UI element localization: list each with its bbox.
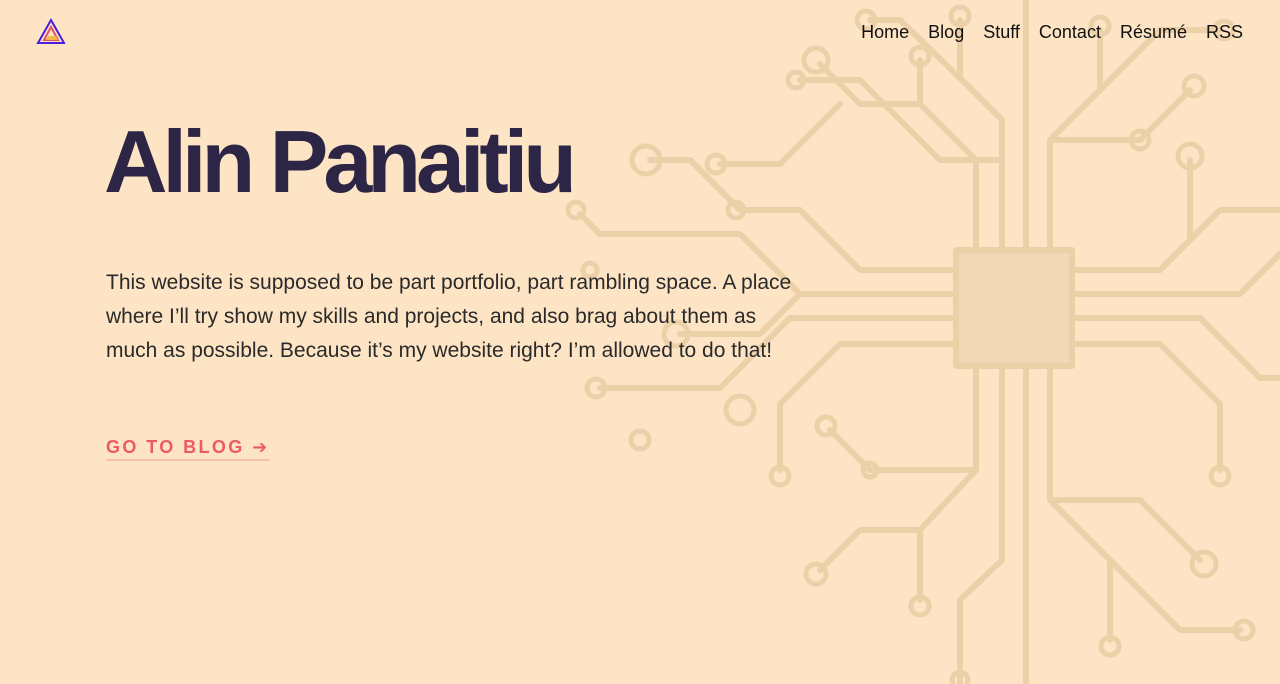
nav-blog-link[interactable]: Blog xyxy=(928,21,964,43)
site-logo[interactable] xyxy=(36,17,66,46)
nav-home-link[interactable]: Home xyxy=(861,21,909,43)
intro-paragraph: This website is supposed to be part port… xyxy=(106,271,792,362)
go-to-blog-link[interactable]: GO TO BLOG ➔ xyxy=(106,437,270,461)
nav-rss-link[interactable]: RSS xyxy=(1206,21,1243,43)
page-title: Alin Panaitiu xyxy=(104,112,577,211)
nav-resume-link[interactable]: Résumé xyxy=(1120,21,1187,43)
nav-stuff-link[interactable]: Stuff xyxy=(983,21,1020,43)
main-nav: Home Blog Stuff Contact Résumé RSS xyxy=(861,21,1243,43)
triangle-logo-icon xyxy=(36,17,66,44)
nav-contact-link[interactable]: Contact xyxy=(1039,21,1101,43)
